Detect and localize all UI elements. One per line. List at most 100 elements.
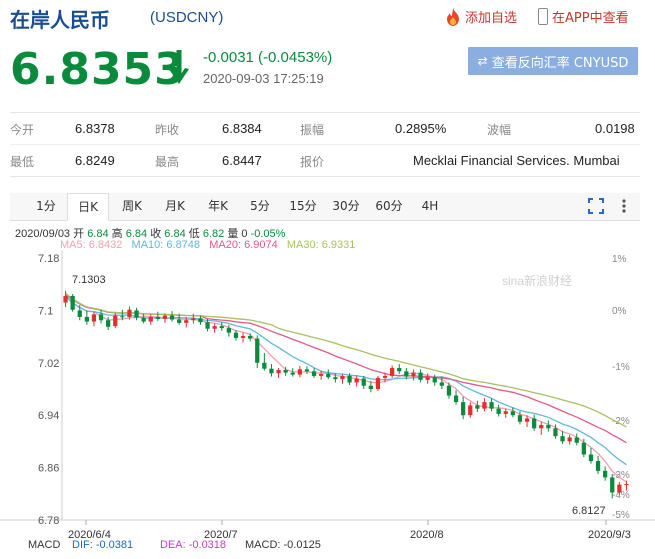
- candle: [233, 332, 239, 338]
- candle: [453, 395, 459, 403]
- pct-tick-label: -3%: [612, 470, 630, 481]
- fullscreen-icon[interactable]: [588, 198, 604, 214]
- candle: [340, 375, 345, 380]
- macd-bar: MACD DIF: -0.0381 DEA: -0.0318 MACD: -0.…: [0, 537, 655, 559]
- ma-lines: [65, 292, 627, 483]
- candle: [148, 316, 153, 322]
- candle: [425, 377, 430, 380]
- tab-weekly[interactable]: 周K: [114, 193, 150, 221]
- candle: [120, 316, 125, 318]
- tab-4h[interactable]: 4H: [412, 193, 448, 221]
- stats-row: 今开 6.8378 昨收 6.8384 振幅 0.2895% 波幅 0.0198: [10, 113, 640, 145]
- candle: [354, 378, 359, 383]
- tab-30min[interactable]: 30分: [326, 193, 366, 221]
- y-tick-label: 6.86: [38, 463, 59, 475]
- candle: [319, 373, 324, 376]
- macd-label: MACD: [28, 539, 61, 551]
- candle: [368, 385, 373, 389]
- y-tick-label: 7.18: [38, 253, 59, 265]
- candle: [489, 402, 494, 409]
- reverse-rate-button[interactable]: ⇄ 查看反向汇率 CNYUSD: [468, 47, 638, 75]
- candle: [212, 326, 217, 329]
- candle: [482, 402, 487, 409]
- candle: [496, 408, 501, 414]
- candle: [262, 362, 267, 369]
- macd-dea: DEA: -0.0318: [160, 539, 227, 551]
- candle: [276, 370, 281, 374]
- quoter-label: 报价: [300, 155, 325, 169]
- candle: [510, 411, 515, 416]
- add-watchlist-button[interactable]: 添加自选: [445, 7, 517, 26]
- candle: [177, 319, 182, 323]
- candle: [91, 314, 97, 322]
- y-tick-label: 6.94: [38, 410, 59, 422]
- candlestick-chart[interactable]: sina新浪财经 7.18 7.1 7.02 6.94 6.86 6.78 1% 0% -1%…: [0, 250, 655, 540]
- candle: [127, 309, 132, 317]
- more-options-icon[interactable]: [616, 198, 632, 214]
- candle: [297, 369, 302, 375]
- y-tick-label: 6.78: [38, 515, 59, 527]
- candle: [113, 315, 118, 327]
- tab-monthly[interactable]: 月K: [157, 193, 193, 221]
- candle: [539, 425, 544, 429]
- amplitude-label: 振幅: [300, 123, 325, 137]
- candle: [77, 310, 82, 317]
- candle: [610, 477, 615, 493]
- y-tick-label: 7.1: [38, 305, 53, 317]
- candle: [98, 314, 104, 321]
- pct-tick-label: 0%: [612, 306, 627, 317]
- wave-label: 波幅: [487, 123, 512, 137]
- tab-daily[interactable]: 日K: [67, 193, 109, 221]
- candle: [574, 437, 579, 443]
- candle: [290, 372, 295, 375]
- candle: [517, 415, 523, 422]
- candle: [411, 372, 416, 377]
- tab-5min[interactable]: 5分: [242, 193, 278, 221]
- tab-60min[interactable]: 60分: [369, 193, 409, 221]
- candle: [432, 377, 437, 383]
- pct-tick-label: -5%: [612, 510, 630, 521]
- candle: [475, 405, 480, 409]
- candle: [404, 371, 409, 377]
- candle: [595, 461, 601, 471]
- add-watchlist-label: 添加自选: [465, 11, 518, 26]
- pct-axis: 1%0%-1%-2%-3%-4%-5%: [612, 254, 630, 521]
- candle: [532, 418, 537, 429]
- macd-value: MACD: -0.0125: [245, 539, 321, 551]
- markers: 7.1303 6.8127: [72, 274, 606, 517]
- pct-tick-label: -1%: [612, 362, 630, 373]
- candle: [560, 436, 565, 442]
- candle: [70, 295, 75, 310]
- swap-icon: ⇄: [477, 54, 488, 68]
- tab-1min[interactable]: 1分: [28, 193, 64, 221]
- candle: [588, 454, 594, 462]
- candle: [162, 315, 168, 319]
- open-in-app-button[interactable]: 在APP中查看: [538, 7, 629, 26]
- candle: [134, 310, 139, 318]
- low-label: 最低: [10, 155, 35, 169]
- candle: [255, 338, 260, 363]
- candle: [468, 405, 473, 416]
- candle: [155, 316, 160, 319]
- candle: [461, 402, 466, 416]
- candle: [390, 368, 395, 376]
- tab-15min[interactable]: 15分: [283, 193, 323, 221]
- candle: [198, 318, 203, 323]
- candle: [106, 320, 111, 327]
- prev-close-label: 昨收: [155, 123, 180, 137]
- candle: [524, 418, 530, 422]
- high-value: 6.8447: [222, 153, 262, 168]
- macd-dif: DIF: -0.0381: [72, 539, 134, 551]
- tab-yearly[interactable]: 年K: [200, 193, 236, 221]
- candle: [567, 437, 572, 442]
- header: 在岸人民币 (USDCNY) 添加自选 在APP中查看: [0, 0, 655, 34]
- open-value: 6.8378: [75, 121, 115, 136]
- candle: [382, 375, 388, 378]
- candle: [503, 411, 508, 414]
- candle: [205, 322, 210, 329]
- stats-row: 最低 6.8249 最高 6.8447 报价 Mecklai Financial…: [10, 145, 640, 177]
- watermark: sina新浪财经: [502, 273, 572, 288]
- candle: [553, 428, 558, 437]
- phone-icon: [538, 8, 548, 25]
- candle: [283, 370, 288, 373]
